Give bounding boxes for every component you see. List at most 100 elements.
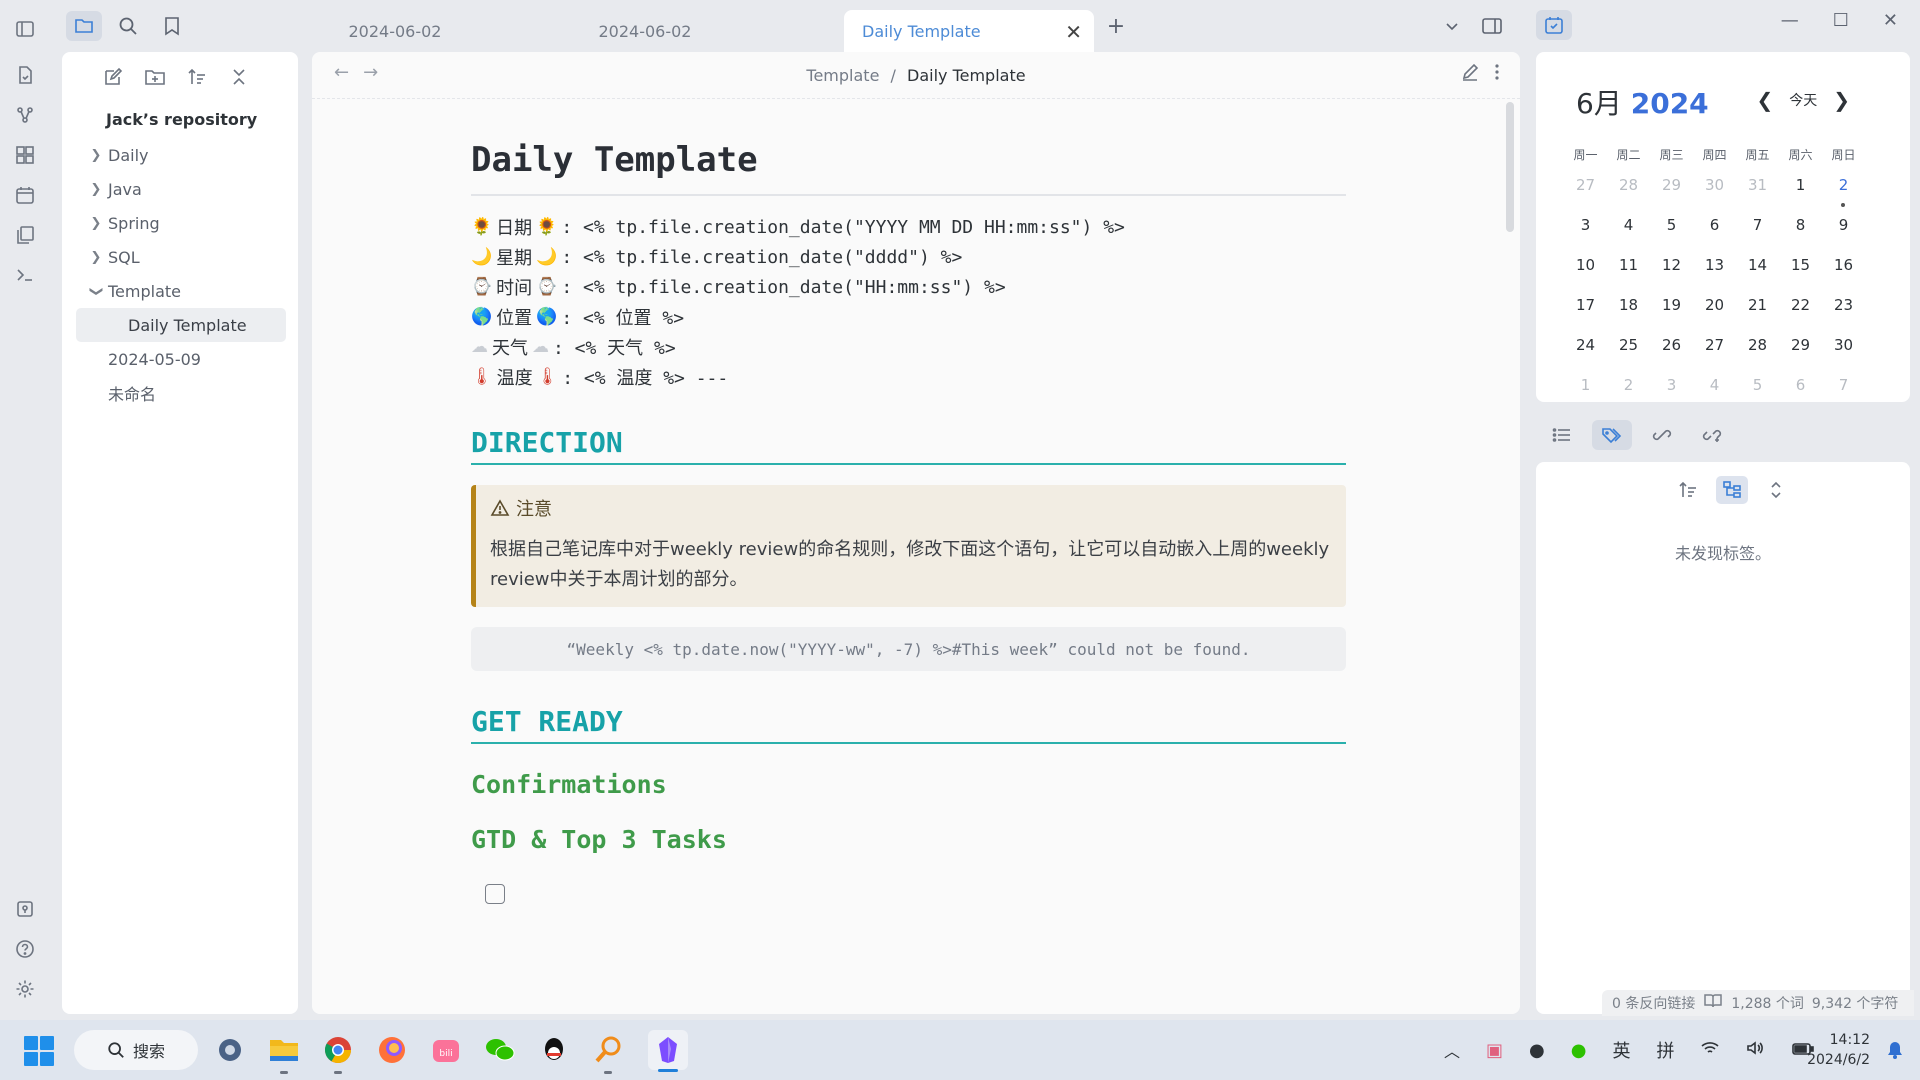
calendar-day[interactable]: 5 (1650, 210, 1693, 250)
editor-scrollbar[interactable] (1506, 102, 1514, 232)
ime-language[interactable]: 英 (1612, 1037, 1630, 1063)
wechat-tray-icon[interactable]: ● (1571, 1040, 1587, 1061)
terminal-icon[interactable] (14, 264, 36, 286)
close-icon[interactable]: ✕ (1065, 20, 1082, 44)
calendar-day[interactable]: 6 (1779, 370, 1822, 410)
calendar-day-today[interactable]: 2 (1822, 170, 1865, 210)
right-sidebar-toggle[interactable] (1474, 11, 1510, 41)
reading-mode-icon[interactable] (1703, 993, 1723, 1013)
edit-mode-icon[interactable] (1460, 62, 1480, 86)
calendar-day[interactable]: 24 (1564, 330, 1607, 370)
calendar-day[interactable]: 3 (1564, 210, 1607, 250)
folder-java[interactable]: ❯ Java (76, 172, 286, 206)
today-button[interactable]: 今天 (1789, 90, 1817, 110)
calendar-day[interactable]: 27 (1564, 170, 1607, 210)
sort-tags-icon[interactable] (1672, 476, 1704, 504)
calendar-day[interactable]: 2 (1607, 370, 1650, 410)
calendar-day[interactable]: 7 (1736, 210, 1779, 250)
calendar-day[interactable]: 4 (1607, 210, 1650, 250)
file-explorer-tab-button[interactable] (66, 11, 102, 41)
search-tab-button[interactable] (110, 11, 146, 41)
calendar-day[interactable]: 16 (1822, 250, 1865, 290)
calendar-day[interactable]: 18 (1607, 290, 1650, 330)
calendar-day[interactable]: 21 (1736, 290, 1779, 330)
calendar-day[interactable]: 4 (1693, 370, 1736, 410)
calendar-day[interactable]: 29 (1650, 170, 1693, 210)
chrome-app-icon[interactable] (318, 1030, 358, 1074)
calendar-day[interactable]: 6 (1693, 210, 1736, 250)
obsidian-app-icon[interactable] (648, 1030, 688, 1072)
backlinks-tab[interactable] (1642, 420, 1682, 450)
backlink-count[interactable]: 0 条反向链接 (1612, 993, 1695, 1013)
file-explorer-app-icon[interactable] (264, 1030, 304, 1074)
calendar-day[interactable]: 30 (1822, 330, 1865, 370)
tab-2024-06-02-b[interactable]: 2024-06-02 (520, 10, 770, 52)
graph-view-icon[interactable] (14, 104, 36, 126)
settings-gear-icon[interactable] (14, 978, 36, 1000)
file-2024-05-09[interactable]: 2024-05-09 (76, 342, 286, 376)
wechat-app-icon[interactable] (480, 1030, 520, 1070)
help-icon[interactable] (14, 938, 36, 960)
outgoing-links-tab[interactable] (1692, 420, 1732, 450)
chevron-up-icon[interactable]: ︿ (1444, 1038, 1460, 1062)
calendar-day[interactable]: 3 (1650, 370, 1693, 410)
calendar-day[interactable]: 5 (1736, 370, 1779, 410)
calendar-day[interactable]: 7 (1822, 370, 1865, 410)
folder-daily[interactable]: ❯ Daily (76, 138, 286, 172)
calendar-day[interactable]: 17 (1564, 290, 1607, 330)
sidebar-toggle-icon[interactable] (14, 18, 36, 40)
calendar-day[interactable]: 28 (1607, 170, 1650, 210)
calendar-day[interactable]: 25 (1607, 330, 1650, 370)
more-options-icon[interactable] (1494, 62, 1500, 86)
notification-bell-icon[interactable] (1886, 1040, 1904, 1064)
calendar-day[interactable]: 14 (1736, 250, 1779, 290)
settings-app-icon[interactable] (210, 1030, 250, 1070)
calendar-day[interactable]: 29 (1779, 330, 1822, 370)
firefox-app-icon[interactable] (372, 1030, 412, 1070)
sort-icon[interactable] (186, 66, 208, 88)
calendar-day[interactable]: 22 (1779, 290, 1822, 330)
outline-tab[interactable] (1542, 420, 1582, 450)
taskbar-search[interactable]: 搜索 (74, 1030, 198, 1070)
tags-tab[interactable] (1592, 420, 1632, 450)
qq-app-icon[interactable] (534, 1030, 574, 1070)
taskbar-clock[interactable]: 14:12 2024/6/2 (1807, 1030, 1870, 1070)
volume-icon[interactable] (1746, 1040, 1766, 1061)
new-folder-icon[interactable] (144, 66, 166, 88)
calendar-day[interactable]: 30 (1693, 170, 1736, 210)
file-daily-template[interactable]: Daily Template (76, 308, 286, 342)
calendar-view-button[interactable] (1536, 10, 1572, 40)
breadcrumb-current[interactable]: Daily Template (907, 66, 1026, 85)
calendar-day[interactable]: 1 (1779, 170, 1822, 210)
bilibili-app-icon[interactable]: bili (426, 1030, 466, 1070)
tab-list-dropdown[interactable] (1434, 11, 1470, 41)
open-quick-switcher-icon[interactable] (14, 64, 36, 86)
calendar-day[interactable]: 19 (1650, 290, 1693, 330)
tree-view-icon[interactable] (1716, 476, 1748, 504)
calendar-day[interactable]: 20 (1693, 290, 1736, 330)
search-tool-app-icon[interactable] (588, 1030, 628, 1074)
file-untitled[interactable]: 未命名 (76, 376, 286, 410)
ime-mode[interactable]: 拼 (1656, 1037, 1674, 1063)
chevron-left-icon[interactable]: ❮ (1756, 88, 1773, 112)
folder-template[interactable]: ❯ Template (76, 274, 286, 308)
calendar-day[interactable]: 11 (1607, 250, 1650, 290)
tab-2024-06-02-a[interactable]: 2024-06-02 (270, 10, 520, 52)
new-note-icon[interactable] (102, 66, 124, 88)
calendar-day[interactable]: 9 (1822, 210, 1865, 250)
calendar-day[interactable]: 28 (1736, 330, 1779, 370)
close-window-icon[interactable]: ✕ (1883, 10, 1898, 31)
windows-start-icon[interactable] (24, 1036, 54, 1066)
calendar-day[interactable]: 10 (1564, 250, 1607, 290)
task-checkbox[interactable] (485, 884, 505, 904)
calendar-day[interactable]: 23 (1822, 290, 1865, 330)
calendar-day[interactable]: 8 (1779, 210, 1822, 250)
expand-collapse-icon[interactable] (1760, 476, 1792, 504)
chevron-right-icon[interactable]: ❯ (1833, 88, 1850, 112)
new-tab-button[interactable]: + (1098, 11, 1134, 41)
vault-switcher-icon[interactable] (14, 898, 36, 920)
wifi-icon[interactable] (1700, 1040, 1720, 1061)
calendar-day[interactable]: 12 (1650, 250, 1693, 290)
qq-tray-icon[interactable]: ● (1529, 1040, 1545, 1061)
templates-icon[interactable] (14, 224, 36, 246)
